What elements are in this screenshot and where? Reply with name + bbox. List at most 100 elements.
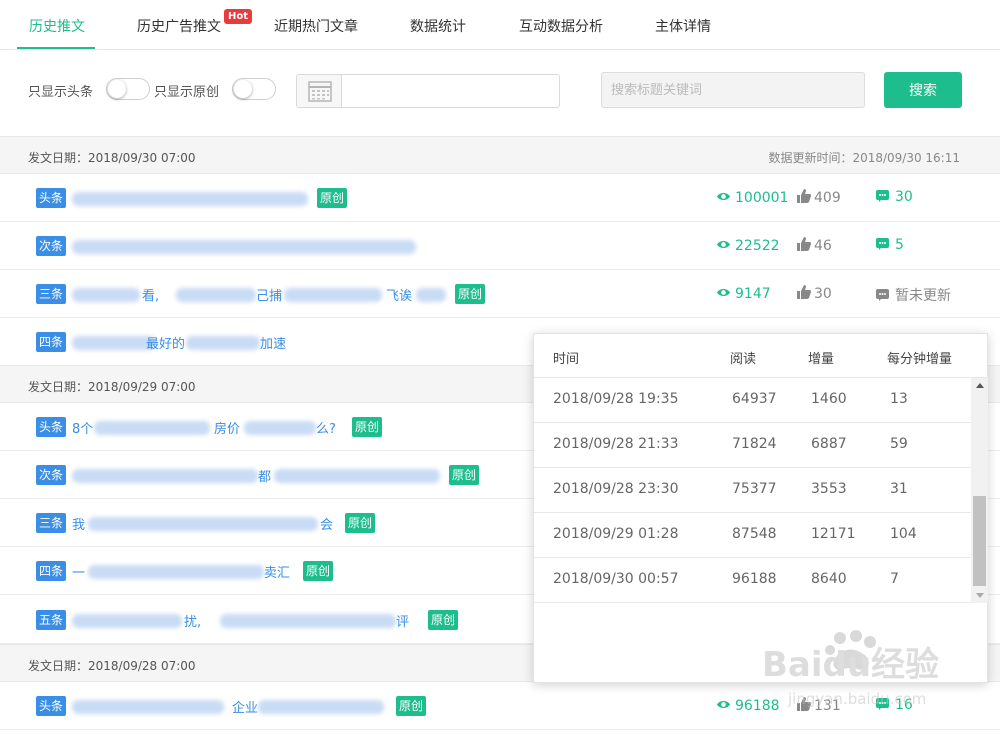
position-badge: 三条: [36, 284, 67, 304]
title-fragment: 一: [72, 566, 86, 581]
date-picker[interactable]: [296, 74, 560, 108]
title-fragment: 会: [320, 518, 334, 533]
tab-bar: 历史推文 历史广告推文 Hot 近期热门文章 数据统计 互动数据分析 主体详情: [0, 0, 1000, 50]
title-fragment: 看,: [142, 289, 160, 304]
table-row: 2018/09/30 00:57 96188 8640 7: [534, 558, 971, 603]
redacted-title: [176, 288, 256, 302]
col-per-minute: 每分钟增量: [887, 352, 953, 367]
comment-count: 30: [876, 189, 913, 205]
only-original-label: 只显示原创: [154, 85, 220, 100]
comment-icon: [876, 190, 889, 202]
only-headline-toggle[interactable]: [106, 78, 150, 100]
tab-history-posts[interactable]: 历史推文: [29, 16, 85, 36]
cell-time: 2018/09/28 19:35: [553, 391, 679, 407]
redacted-title: [72, 240, 416, 254]
cell-reads: 96188: [732, 571, 777, 587]
cell-increase: 6887: [811, 436, 847, 452]
position-badge: 次条: [36, 236, 67, 256]
read-count-value: 9147: [735, 286, 771, 302]
cell-time: 2018/09/29 01:28: [553, 526, 679, 542]
eye-icon: [716, 700, 731, 709]
col-reads: 阅读: [730, 352, 757, 367]
cell-reads: 71824: [732, 436, 777, 452]
redacted-title: [94, 421, 210, 435]
only-headline-label: 只显示头条: [28, 85, 94, 100]
title-fragment: 都: [258, 470, 272, 485]
scroll-up-arrow-icon[interactable]: [976, 383, 984, 388]
comment-icon: [876, 289, 889, 301]
tab-recent-hot-articles[interactable]: 近期热门文章: [274, 16, 358, 36]
search-input[interactable]: [601, 72, 865, 108]
cell-per-minute: 31: [890, 481, 908, 497]
cell-reads: 87548: [732, 526, 777, 542]
like-count: 30: [797, 285, 832, 302]
comment-count-value: 30: [895, 189, 913, 205]
cell-increase: 12171: [811, 526, 856, 542]
cell-time: 2018/09/28 23:30: [553, 481, 679, 497]
tab-interaction-analysis[interactable]: 互动数据分析: [519, 16, 603, 36]
like-count-value: 409: [814, 190, 841, 206]
article-row[interactable]: 头条 原创 100001 409 30: [0, 174, 1000, 222]
comment-count-value: 5: [895, 237, 904, 253]
original-badge: 原创: [317, 188, 348, 208]
article-row[interactable]: 三条 看, 己捕 飞诶 原创 9147 30 暂未更新: [0, 270, 1000, 318]
tab-history-ad-posts[interactable]: 历史广告推文: [137, 16, 221, 36]
original-badge: 原创: [428, 610, 459, 630]
redacted-title: [416, 288, 446, 302]
original-badge: 原创: [396, 696, 427, 716]
redacted-title: [72, 288, 140, 302]
redacted-title: [88, 565, 264, 579]
eye-icon: [716, 288, 731, 297]
read-count-value: 100001: [735, 190, 789, 206]
search-button[interactable]: 搜索: [884, 72, 962, 108]
title-fragment: 么?: [316, 422, 336, 437]
comment-icon: [876, 238, 889, 250]
popup-table-body[interactable]: 2018/09/28 19:35 64937 1460 13 2018/09/2…: [534, 378, 971, 603]
calendar-icon[interactable]: [297, 75, 342, 107]
position-badge: 三条: [36, 513, 67, 533]
cell-per-minute: 13: [890, 391, 908, 407]
thumbs-up-icon: [797, 285, 811, 299]
cell-per-minute: 7: [890, 571, 899, 587]
read-count-value: 22522: [735, 238, 780, 254]
publish-date: 发文日期：2018/09/30 07:00: [28, 151, 196, 165]
position-badge: 头条: [36, 696, 67, 716]
only-original-toggle[interactable]: [232, 78, 276, 100]
redacted-title: [72, 700, 224, 714]
data-update-time: 数据更新时间：2018/09/30 16:11: [768, 151, 960, 165]
cell-time: 2018/09/30 00:57: [553, 571, 679, 587]
hot-badge: Hot: [224, 9, 253, 24]
tab-data-statistics[interactable]: 数据统计: [410, 16, 466, 36]
table-row: 2018/09/28 19:35 64937 1460 13: [534, 378, 971, 423]
position-badge: 四条: [36, 332, 67, 352]
table-row: 2018/09/29 01:28 87548 12171 104: [534, 513, 971, 558]
popup-scrollbar[interactable]: [971, 378, 988, 603]
position-badge: 四条: [36, 561, 67, 581]
title-fragment: 加速: [260, 337, 287, 352]
cell-per-minute: 104: [890, 526, 917, 542]
title-fragment: 飞诶: [386, 289, 413, 304]
table-row: 2018/09/28 21:33 71824 6887 59: [534, 423, 971, 468]
baidu-watermark: Baidu经验 jingyan.baidu.com: [760, 628, 970, 708]
redacted-title: [220, 614, 396, 628]
cell-per-minute: 59: [890, 436, 908, 452]
date-group-header: 发文日期：2018/09/30 07:00 数据更新时间：2018/09/30 …: [0, 136, 1000, 174]
redacted-title: [72, 469, 258, 483]
scroll-thumb[interactable]: [973, 496, 986, 586]
like-count-value: 46: [814, 238, 832, 254]
table-row: 2018/09/28 23:30 75377 3553 31: [534, 468, 971, 513]
col-increase: 增量: [808, 352, 835, 367]
scroll-down-arrow-icon[interactable]: [976, 593, 984, 598]
redacted-title: [274, 469, 440, 483]
tab-entity-details[interactable]: 主体详情: [655, 16, 711, 36]
article-row[interactable]: 次条 22522 46 5: [0, 222, 1000, 270]
read-count: 100001: [716, 189, 788, 206]
original-badge: 原创: [455, 284, 486, 304]
redacted-title: [72, 192, 308, 206]
col-time: 时间: [553, 352, 580, 367]
redacted-title: [88, 517, 318, 531]
thumbs-up-icon: [797, 237, 811, 251]
title-fragment: 扰,: [184, 615, 202, 630]
title-fragment: 最好的: [146, 337, 186, 352]
title-fragment: 己捕: [256, 289, 283, 304]
